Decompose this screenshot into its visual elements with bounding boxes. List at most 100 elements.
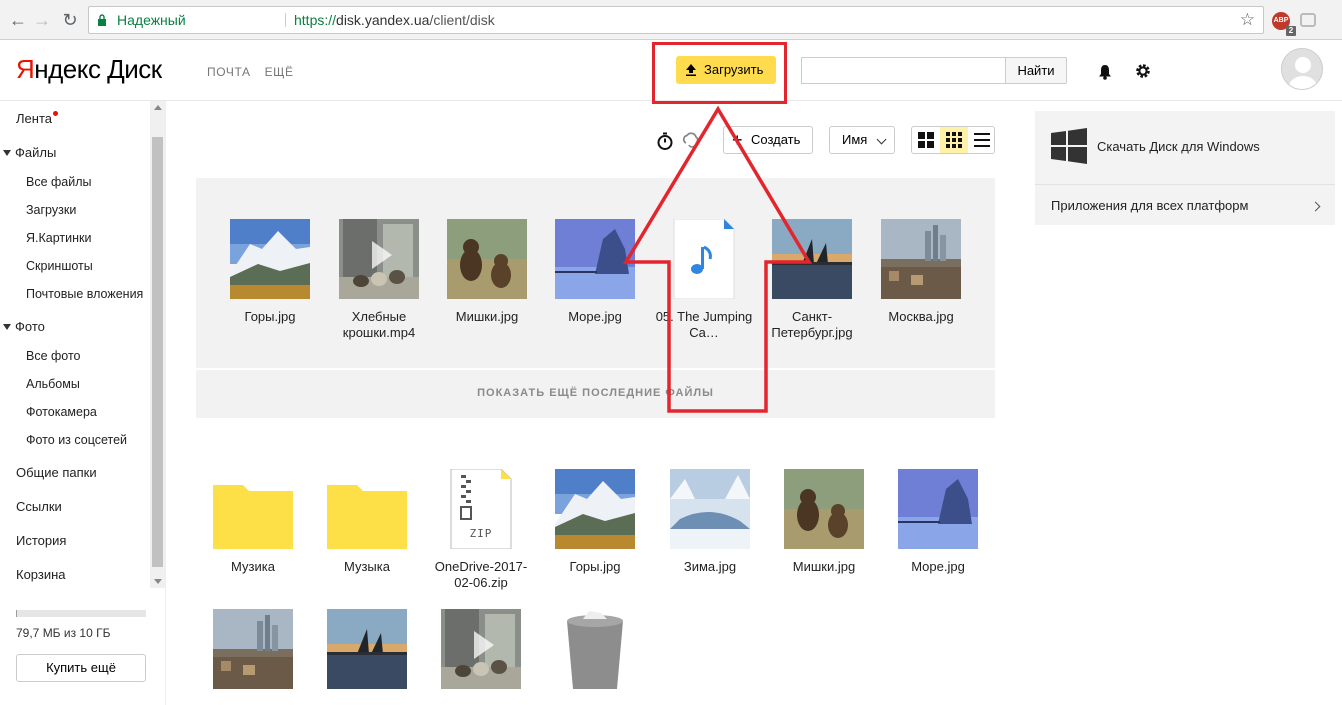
large-tiles-view-button[interactable] [912,127,940,153]
recent-file-tile[interactable]: Хлебные крошки.mp4 [329,219,429,341]
avatar-silhouette-icon [1282,49,1322,89]
file-tile[interactable] [203,609,303,689]
scrollbar-thumb[interactable] [152,137,163,567]
quota-bar-fill [16,610,18,617]
bookmark-star-icon[interactable]: ☆ [1240,7,1255,33]
folder-thumbnail-image [327,485,407,549]
sidebar-item-feed[interactable]: Лента [16,111,58,126]
download-windows-link[interactable]: Скачать Диск для Windows [1097,139,1260,154]
gear-icon[interactable] [1134,62,1152,80]
recent-file-tile[interactable]: Москва.jpg [871,219,971,325]
video-ducks-thumbnail-image [339,219,419,299]
sidebar-item-all-files[interactable]: Все файлы [26,175,92,189]
all-platforms-apps-link[interactable]: Приложения для всех платформ [1051,198,1248,213]
logo-ya-rest: ндекс [34,54,101,84]
file-tile[interactable] [317,609,417,689]
stopwatch-icon[interactable] [655,131,675,151]
expand-triangle-icon[interactable] [3,150,11,156]
file-tile[interactable]: Музыка [317,469,417,575]
nav-more[interactable]: ЕЩЁ [265,65,294,79]
sidebar-feed-label: Лента [16,111,52,126]
address-bar[interactable]: Надежный https://disk.yandex.ua/client/d… [88,6,1264,34]
sort-dropdown[interactable]: Имя [829,126,895,154]
sidebar-item-camera[interactable]: Фотокамера [26,405,97,419]
expand-triangle-icon[interactable] [3,324,11,330]
sidebar-item-trash[interactable]: Корзина [16,567,66,582]
search-button[interactable]: Найти [1005,57,1067,84]
sidebar-item-history[interactable]: История [16,533,66,548]
large-grid-icon [918,132,934,148]
sidebar-item-shared[interactable]: Общие папки [16,465,97,480]
file-tile[interactable]: Музика [203,469,303,575]
user-avatar[interactable] [1281,48,1323,90]
file-tile[interactable]: Горы.jpg [545,469,645,575]
forward-arrow-icon[interactable]: → [32,10,52,30]
search-input[interactable] [801,57,1006,84]
cloud-sync-icon[interactable] [681,131,701,151]
browser-toolbar: ← → ↻ Надежный https://disk.yandex.ua/cl… [0,0,1342,40]
recent-file-tile[interactable]: Санкт-Петербург.jpg [762,219,862,341]
sidebar-item-links[interactable]: Ссылки [16,499,62,514]
bears-thumbnail [447,219,527,299]
sidebar-item-social-photos[interactable]: Фото из соцсетей [26,433,127,447]
sidebar-item-albums[interactable]: Альбомы [26,377,80,391]
file-tile[interactable]: Зима.jpg [660,469,760,575]
file-tile[interactable] [545,609,645,689]
recent-file-tile[interactable]: Море.jpg [545,219,645,325]
recent-file-tile[interactable]: Мишки.jpg [437,219,537,325]
spb-thumbnail-image [327,609,407,689]
sidebar-item-ya-pictures[interactable]: Я.Картинки [26,231,91,245]
scroll-up-icon[interactable] [154,105,162,110]
file-tile[interactable]: Мишки.jpg [774,469,874,575]
sidebar-scrollbar[interactable] [150,101,165,588]
recent-file-name: Санкт-Петербург.jpg [771,309,853,340]
folder-thumbnail-image [213,485,293,549]
quota-bar [16,610,146,617]
bell-icon[interactable] [1097,64,1113,80]
moscow-thumbnail-image [213,609,293,689]
recent-divider [196,368,995,370]
mountains-thumbnail-image [555,469,635,549]
sidebar-item-all-photos[interactable]: Все фото [26,349,81,363]
sidebar-files-label: Файлы [15,145,57,160]
sidebar: Лента Файлы Все файлы Загрузки Я.Картинк… [0,101,166,705]
create-button[interactable]: + Создать [723,126,813,154]
logo-ya-letter: Я [16,54,35,84]
yandex-disk-logo[interactable]: Яндекс Диск [16,54,162,85]
annotation-highlight-box [652,42,787,104]
small-tiles-view-button[interactable] [940,127,968,153]
file-tile[interactable] [431,609,531,689]
sea-thumbnail-image [555,219,635,299]
omnibox-separator [285,13,286,27]
file-tile[interactable]: ZIP OneDrive-2017-02-06.zip [431,469,531,591]
sidebar-item-downloads[interactable]: Загрузки [26,203,76,217]
mountains-thumbnail [230,219,310,299]
buy-more-button[interactable]: Купить ещё [16,654,146,682]
show-more-recent-link[interactable]: ПОКАЗАТЬ ЕЩЁ ПОСЛЕДНИЕ ФАЙЛЫ [196,387,995,399]
file-name: OneDrive-2017-02-06.zip [434,559,528,590]
video-ducks-thumbnail-image [441,609,521,689]
recent-file-tile[interactable]: 05. The Jumping Ca… [654,219,754,341]
logo-yandex: Яндекс [16,54,101,84]
zip-thumbnail: ZIP [441,469,521,549]
video-ducks-thumbnail [441,609,521,689]
camera-extension-icon[interactable] [1300,13,1316,27]
video-ducks-thumbnail [339,219,419,299]
file-name: Музыка [344,559,390,574]
recent-file-tile[interactable]: Горы.jpg [220,219,320,325]
sidebar-item-photo[interactable]: Фото [3,319,45,334]
sort-label: Имя [842,132,868,147]
file-name: Горы.jpg [569,559,621,574]
recent-file-name: 05. The Jumping Ca… [655,309,753,340]
adblock-extension-icon[interactable]: ABP 2 [1272,12,1296,36]
list-view-button[interactable] [968,127,996,153]
back-arrow-icon[interactable]: ← [8,10,28,30]
sidebar-item-files[interactable]: Файлы [3,145,56,160]
sidebar-item-screenshots[interactable]: Скриншоты [26,259,93,273]
file-name: Мишки.jpg [792,559,856,574]
scroll-down-icon[interactable] [154,579,162,584]
nav-mail[interactable]: ПОЧТА [207,65,251,79]
sidebar-item-mail-attachments[interactable]: Почтовые вложения [26,287,143,301]
reload-icon[interactable]: ↻ [60,10,80,30]
file-tile[interactable]: Море.jpg [888,469,988,575]
